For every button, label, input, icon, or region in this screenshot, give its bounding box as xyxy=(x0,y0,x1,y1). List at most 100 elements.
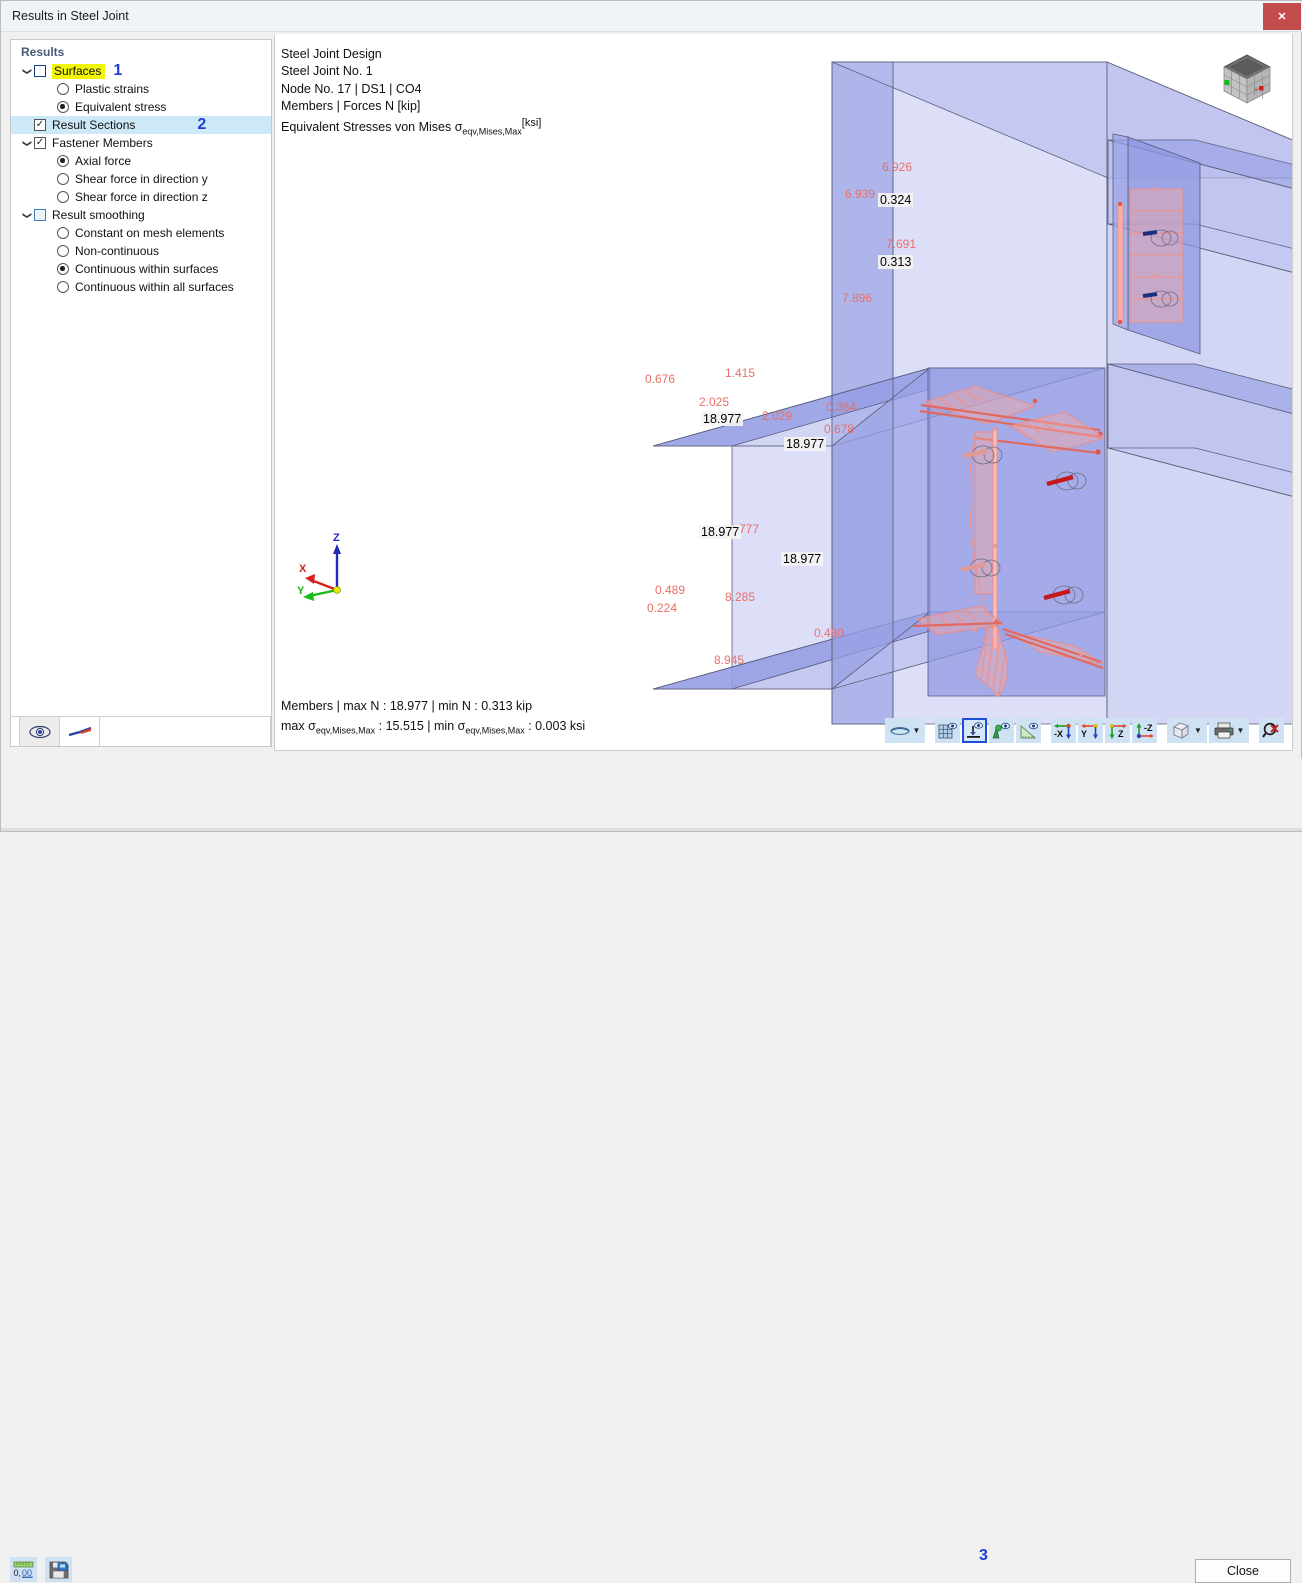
units-button[interactable]: 0, 00 xyxy=(10,1557,37,1582)
result-value-label: 0.480 xyxy=(814,626,845,640)
tree-item-label: Constant on mesh elements xyxy=(75,226,225,240)
tree-indent-spacer: ❯ xyxy=(22,244,33,258)
checkbox-checked[interactable]: ✓ xyxy=(34,119,46,131)
footer-stress-min-value: : 0.003 ksi xyxy=(524,718,586,733)
tree-item-surfaces[interactable]: ❯ Surfaces 1 xyxy=(11,62,271,80)
view-negative-x-button[interactable]: -X xyxy=(1051,718,1076,743)
view-y-button[interactable]: Y xyxy=(1078,718,1103,743)
radio-unchecked[interactable] xyxy=(57,227,69,239)
footer-stress-max-value: : 15.515 | min σ xyxy=(375,718,466,733)
tree-item-content: Continuous within surfaces xyxy=(57,262,218,276)
tree-item-result-sections[interactable]: ❯✓ Result Sections 2 xyxy=(11,116,271,134)
radio-unchecked[interactable] xyxy=(57,281,69,293)
chevron-down-icon[interactable]: ▼ xyxy=(1194,726,1202,735)
tree-bottom-tabs xyxy=(11,716,271,746)
chevron-down-icon[interactable]: ❯ xyxy=(22,208,33,222)
tree-item-equivalent-stress[interactable]: ❯ Equivalent stress xyxy=(11,98,271,116)
tree-indent-spacer: ❯ xyxy=(22,154,33,168)
tree-item-shear-force-in-direction-y[interactable]: ❯ Shear force in direction y xyxy=(11,170,271,188)
radio-unchecked[interactable] xyxy=(57,191,69,203)
result-value-label: 0.384 xyxy=(826,400,857,414)
3d-viewport[interactable]: .srf { fill:#b6bbee; fill-opacity:0.62; … xyxy=(274,34,1293,751)
chevron-down-icon[interactable]: ▼ xyxy=(913,726,921,735)
reset-zoom-button[interactable] xyxy=(1259,718,1284,743)
header-stress-unit: [ksi] xyxy=(521,117,542,130)
tree-item-plastic-strains[interactable]: ❯ Plastic strains xyxy=(11,80,271,98)
tree-item-non-continuous[interactable]: ❯ Non-continuous xyxy=(11,242,271,260)
tree-item-continuous-within-surfaces[interactable]: ❯ Continuous within surfaces xyxy=(11,260,271,278)
fastener-force-label: 18.977 xyxy=(701,412,744,426)
result-value-label: 8.945 xyxy=(714,653,745,667)
checkbox-checked[interactable]: ✓ xyxy=(34,137,46,149)
tab-visibility[interactable] xyxy=(19,716,60,746)
tree-item-label: Fastener Members xyxy=(52,136,153,150)
cube-icon xyxy=(1172,722,1191,739)
decimal-places-icon: 0, 00 xyxy=(14,1561,34,1578)
save-settings-button[interactable] xyxy=(45,1557,72,1582)
support-view-button[interactable] xyxy=(962,718,987,743)
axis-y-icon: Y xyxy=(1080,722,1101,740)
grid-eye-icon xyxy=(938,722,957,740)
view-z-button[interactable]: Z xyxy=(1105,718,1130,743)
chevron-down-icon[interactable]: ❯ xyxy=(22,64,33,78)
tree-item-content: Shear force in direction z xyxy=(57,190,208,204)
result-value-label: 2.025 xyxy=(699,395,730,409)
tree-item-result-smoothing[interactable]: ❯ Result smoothing xyxy=(11,206,271,224)
lighting-eye-icon xyxy=(992,722,1011,740)
view-negative-z-button[interactable]: -Z xyxy=(1132,718,1157,743)
viewport-footer: Members | max N : 18.977 | min N : 0.313… xyxy=(281,696,585,741)
results-tree-panel: Results ❯ Surfaces 1 ❯ Plastic strains ❯ Equiv… xyxy=(10,39,272,747)
chevron-down-icon[interactable]: ▼ xyxy=(1237,726,1245,735)
isometric-view-button[interactable]: ▼ xyxy=(1167,718,1207,743)
header-line-3: Members | Forces N [kip] xyxy=(281,98,421,113)
tree-item-content: ✓ Fastener Members xyxy=(34,136,153,150)
tree-item-fastener-members[interactable]: ❯ ✓ Fastener Members xyxy=(11,134,271,152)
axis-label-x: X xyxy=(299,563,307,575)
light-view-button[interactable] xyxy=(989,718,1014,743)
checkbox-unchecked[interactable] xyxy=(34,209,46,221)
header-stress-prefix: Equivalent Stresses von Mises σ xyxy=(281,120,463,135)
radio-unchecked[interactable] xyxy=(57,83,69,95)
tree-item-label: Plastic strains xyxy=(75,82,150,96)
steel-joint-3d-model: .srf { fill:#b6bbee; fill-opacity:0.62; … xyxy=(652,61,1292,725)
radio-checked[interactable] xyxy=(57,101,69,113)
chevron-down-icon[interactable]: ❯ xyxy=(22,136,33,150)
dimension-view-button[interactable] xyxy=(1016,718,1041,743)
axis-label-z: Z xyxy=(333,532,340,544)
tree-item-continuous-within-all-surfaces[interactable]: ❯ Continuous within all surfaces xyxy=(11,278,271,296)
result-value-label: 8.285 xyxy=(725,590,756,604)
tree-indent-spacer: ❯ xyxy=(22,172,33,186)
close-button[interactable]: Close xyxy=(1195,1559,1291,1583)
result-value-label: 7.896 xyxy=(842,291,873,305)
result-value-label: 6.939 xyxy=(845,187,876,201)
tree-item-content: Continuous within all surfaces xyxy=(57,280,234,294)
tree-item-axial-force[interactable]: ❯ Axial force xyxy=(11,152,271,170)
grid-view-button[interactable] xyxy=(935,718,960,743)
tree-item-content: ✓ Result Sections xyxy=(34,118,135,132)
view-cube-icon[interactable]: + xyxy=(1218,51,1276,109)
svg-text:+: + xyxy=(1254,87,1258,94)
radio-checked[interactable] xyxy=(57,155,69,167)
tree-item-constant-on-mesh-elements[interactable]: ❯ Constant on mesh elements xyxy=(11,224,271,242)
render-mode-button[interactable]: ▼ xyxy=(885,718,925,743)
results-tree-list: ❯ Surfaces 1 ❯ Plastic strains ❯ Equivalent st… xyxy=(11,62,271,296)
tree-item-shear-force-in-direction-z[interactable]: ❯ Shear force in direction z xyxy=(11,188,271,206)
tree-indent-spacer: ❯ xyxy=(22,280,33,294)
result-value-label: 0.224 xyxy=(647,601,678,615)
radio-unchecked[interactable] xyxy=(57,173,69,185)
close-icon[interactable]: ✕ xyxy=(1263,3,1301,30)
tree-bottom-blank xyxy=(100,716,271,746)
viewport-header: Steel Joint Design Steel Joint No. 1 Nod… xyxy=(281,46,541,141)
svg-text:Y: Y xyxy=(1081,729,1087,739)
tree-item-label: Shear force in direction y xyxy=(75,172,208,186)
radio-checked[interactable] xyxy=(57,263,69,275)
result-value-label: 6.926 xyxy=(882,160,913,174)
tree-indent-spacer: ❯ xyxy=(22,262,33,276)
header-stress-sub: eqv,Mises,Max xyxy=(462,126,522,137)
checkbox-unchecked[interactable] xyxy=(34,65,46,77)
tab-result-diagram[interactable] xyxy=(59,716,100,746)
radio-unchecked[interactable] xyxy=(57,245,69,257)
result-value-label: 7.691 xyxy=(886,237,917,251)
print-button[interactable]: ▼ xyxy=(1209,718,1249,743)
axis-triad: Z X Y xyxy=(295,532,375,602)
